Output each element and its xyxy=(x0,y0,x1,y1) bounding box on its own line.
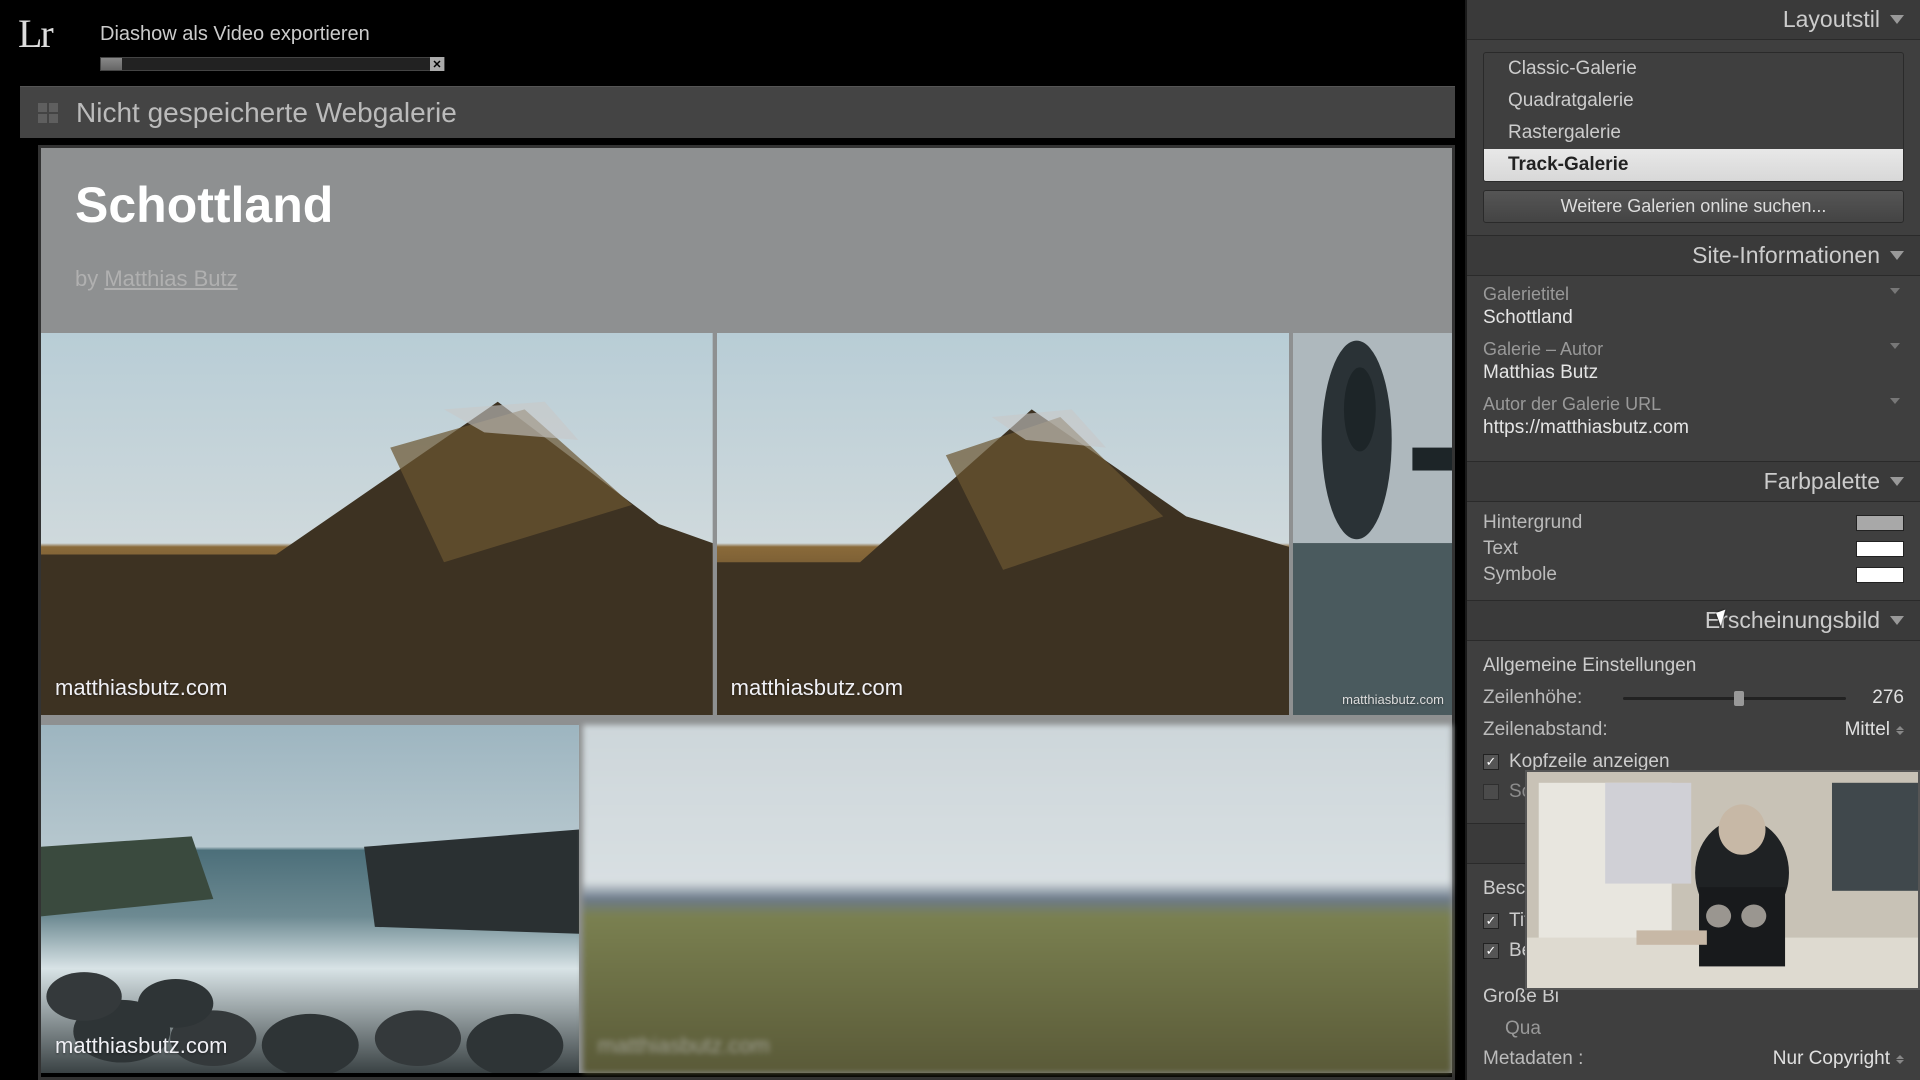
chevron-down-icon xyxy=(1890,15,1904,24)
export-progress-bar: ✕ xyxy=(100,57,445,71)
export-progress-fill xyxy=(101,58,122,70)
gallery-title-field[interactable]: Galerietitel Schottland xyxy=(1483,284,1904,329)
gallery-image[interactable]: matthiasbutz.com xyxy=(41,333,713,715)
row-spacing-dropdown[interactable]: Mittel xyxy=(1845,719,1904,741)
webcam-pip xyxy=(1525,770,1920,990)
export-dialog-title: Diashow als Video exportieren xyxy=(100,23,370,46)
watermark: matthiasbutz.com xyxy=(1342,692,1444,707)
chevron-down-icon xyxy=(1890,251,1904,260)
color-swatch-symbols[interactable] xyxy=(1856,567,1904,583)
chevron-down-icon xyxy=(1890,477,1904,486)
row-height-value[interactable]: 276 xyxy=(1856,687,1904,709)
gallery-status-title: Nicht gespeicherte Webgalerie xyxy=(76,97,457,129)
gallery-author-url-field[interactable]: Autor der Galerie URL https://matthiasbu… xyxy=(1483,394,1904,439)
metadata-dropdown[interactable]: Nur Copyright xyxy=(1773,1048,1904,1070)
panel-header-farbpalette[interactable]: Farbpalette xyxy=(1467,462,1920,502)
panel-header-site-info[interactable]: Site-Informationen xyxy=(1467,236,1920,276)
color-label: Symbole xyxy=(1483,564,1557,586)
layout-style-list: Classic-Galerie Quadratgalerie Rastergal… xyxy=(1483,52,1904,182)
layout-style-option-selected[interactable]: Track-Galerie xyxy=(1484,149,1903,181)
gallery-author-field[interactable]: Galerie – Autor Matthias Butz xyxy=(1483,339,1904,384)
mouse-cursor-icon xyxy=(1716,613,1718,615)
layout-style-option[interactable]: Classic-Galerie xyxy=(1484,53,1903,85)
watermark: matthiasbutz.com xyxy=(731,675,903,701)
watermark: matthiasbutz.com xyxy=(55,675,227,701)
app-logo: Lr xyxy=(18,10,52,57)
gallery-image[interactable]: matthiasbutz.com xyxy=(717,333,1289,715)
gallery-author-link[interactable]: Matthias Butz xyxy=(104,266,237,291)
color-label: Hintergrund xyxy=(1483,512,1582,534)
web-gallery-preview: Schottland by Matthias Butz matthiasbutz… xyxy=(38,145,1455,1080)
gallery-author-line: by Matthias Butz xyxy=(75,266,1418,292)
row-height-label: Zeilenhöhe: xyxy=(1483,687,1613,709)
gallery-image[interactable]: matthiasbutz.com xyxy=(583,725,1452,1073)
appearance-subheading: Allgemeine Einstellungen xyxy=(1483,655,1904,677)
gallery-image[interactable]: matthiasbutz.com xyxy=(1293,333,1452,715)
watermark: matthiasbutz.com xyxy=(597,1033,769,1059)
panel-header-erscheinungsbild[interactable]: Erscheinungsbild xyxy=(1467,601,1920,641)
layout-style-option[interactable]: Quadratgalerie xyxy=(1484,85,1903,117)
gallery-header-bar: Nicht gespeicherte Webgalerie xyxy=(20,86,1455,138)
row-height-slider[interactable] xyxy=(1623,697,1846,700)
color-swatch-text[interactable] xyxy=(1856,541,1904,557)
chevron-down-icon xyxy=(1890,616,1904,625)
export-cancel-button[interactable]: ✕ xyxy=(430,57,444,71)
grid-icon[interactable] xyxy=(38,103,58,123)
chevron-down-icon xyxy=(1890,398,1900,404)
layout-style-option[interactable]: Rastergalerie xyxy=(1484,117,1903,149)
metadata-label: Metadaten : xyxy=(1483,1048,1613,1070)
color-label: Text xyxy=(1483,538,1518,560)
color-swatch-background[interactable] xyxy=(1856,515,1904,531)
quality-label: Qua xyxy=(1505,1018,1904,1040)
gallery-title: Schottland xyxy=(75,176,1418,234)
gallery-image[interactable]: matthiasbutz.com xyxy=(41,725,579,1073)
panel-header-layoutstil[interactable]: Layoutstil xyxy=(1467,0,1920,40)
gallery-preview-header: Schottland by Matthias Butz xyxy=(41,148,1452,333)
chevron-down-icon xyxy=(1890,343,1900,349)
chevron-down-icon xyxy=(1890,288,1900,294)
find-more-galleries-button[interactable]: Weitere Galerien online suchen... xyxy=(1483,190,1904,223)
watermark: matthiasbutz.com xyxy=(55,1033,227,1059)
row-spacing-label: Zeilenabstand: xyxy=(1483,719,1613,741)
